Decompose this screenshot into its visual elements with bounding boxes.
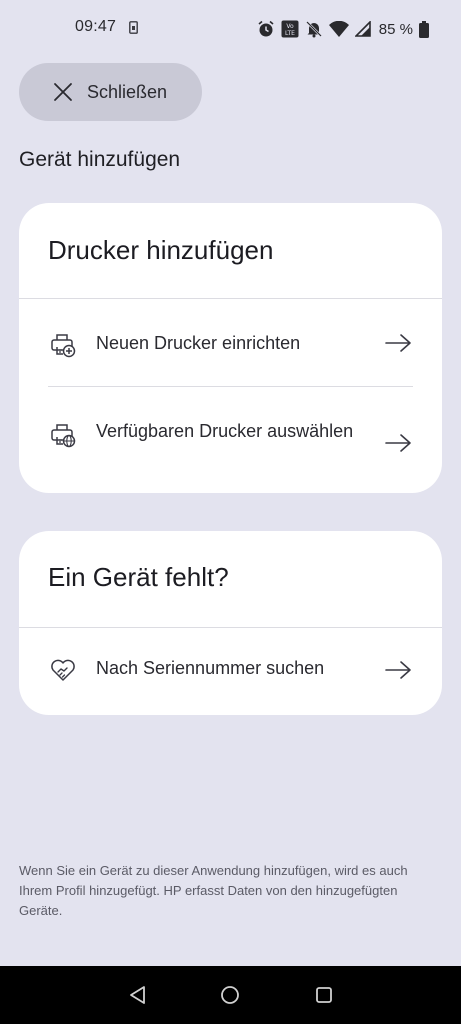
signal-icon: [354, 21, 371, 37]
arrow-right-icon: [385, 661, 411, 679]
setup-new-printer-item[interactable]: Neuen Drucker einrichten: [19, 299, 442, 386]
recents-icon[interactable]: [314, 985, 334, 1005]
search-serial-number-label: Nach Seriennummer suchen: [96, 658, 325, 678]
footer-note: Wenn Sie ein Gerät zu dieser Anwendung h…: [19, 863, 408, 918]
handshake-heart-icon: [51, 659, 75, 681]
close-button[interactable]: Schließen: [19, 63, 202, 121]
close-icon: [54, 83, 72, 101]
select-available-printer-label: Verfügbaren Drucker auswählen: [96, 421, 354, 441]
arrow-right-icon: [385, 434, 411, 452]
mute-icon: [305, 21, 322, 38]
back-icon[interactable]: [128, 985, 148, 1005]
setup-new-printer-label: Neuen Drucker einrichten: [96, 333, 301, 353]
svg-text:Vo: Vo: [286, 23, 294, 30]
status-icons: Vo LTE 85 %: [257, 18, 429, 40]
missing-device-card: Ein Gerät fehlt? Nach Seriennummer suche…: [19, 531, 442, 715]
select-available-printer-item[interactable]: Verfügbaren Drucker auswählen: [19, 387, 442, 493]
printer-add-icon: [51, 334, 76, 358]
status-time: 09:47: [75, 18, 117, 35]
page-title: Gerät hinzufügen: [19, 148, 181, 171]
close-label: Schließen: [87, 81, 168, 102]
navigation-bar: [0, 966, 461, 1024]
status-bar: 09:47 Vo LTE 85 %: [0, 0, 461, 56]
svg-text:LTE: LTE: [285, 30, 295, 37]
sim-card-icon: [129, 21, 138, 34]
battery-icon: [419, 20, 429, 38]
battery-text: 85 %: [378, 20, 413, 38]
add-printer-card: Drucker hinzufügen Neuen Drucker einrich…: [19, 203, 442, 493]
alarm-icon: [258, 20, 274, 37]
printer-network-icon: [51, 424, 76, 448]
missing-device-title: Ein Gerät fehlt?: [48, 562, 229, 592]
volte-icon: Vo LTE: [281, 20, 299, 38]
search-serial-number-item[interactable]: Nach Seriennummer suchen: [19, 628, 442, 715]
arrow-right-icon: [385, 334, 411, 352]
add-printer-title: Drucker hinzufügen: [48, 235, 274, 265]
home-icon[interactable]: [220, 985, 240, 1005]
wifi-icon: [328, 21, 349, 37]
